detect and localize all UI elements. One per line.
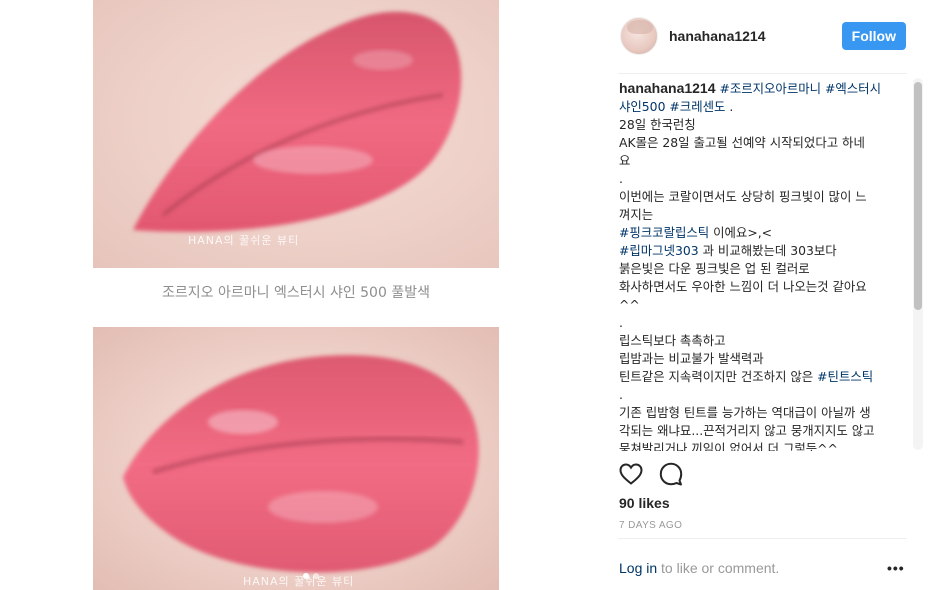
likes-count[interactable]: 90 likes <box>619 495 670 511</box>
carousel-dot-active[interactable] <box>303 573 309 579</box>
hashtag-link[interactable]: 샤인500 <box>619 99 665 114</box>
caption-text: 뭉쳐발리거나 끼임이 없어서 더 그렇듯^^ <box>619 441 838 451</box>
lip-photo-2[interactable]: HANA의 꿀쉬운 뷰티 <box>93 327 499 590</box>
photo-caption: 조르지오 아르마니 엑스터시 샤인 500 풀발색 <box>162 285 430 301</box>
caption-line: 요 <box>619 152 919 170</box>
caption-line: 기존 립밤형 틴트를 능가하는 역대급이 아닐까 생 <box>619 404 919 422</box>
caption-line: AK몰은 28일 출고될 선예약 시작되었다고 하네 <box>619 134 919 152</box>
caption-text: 붉은빛은 다운 핑크빛은 업 된 컬러로 <box>619 261 810 276</box>
post-timestamp[interactable]: 7 DAYS AGO <box>619 520 682 531</box>
caption-text: 이번에는 코랄이면서도 상당히 핑크빛이 많이 느 <box>619 189 867 204</box>
like-button[interactable] <box>618 461 644 487</box>
caption-comment: hanahana1214 #조르지오아르마니 #엑스터시 샤인500 #크레센도 … <box>619 79 919 451</box>
post-header: hanahana1214 Follow <box>620 16 906 56</box>
caption-text: 립밤과는 비교불가 발색력과 <box>619 351 764 366</box>
action-bar <box>618 461 684 487</box>
caption-line: 립밤과는 비교불가 발색력과 <box>619 350 919 368</box>
caption-text: . <box>619 387 623 402</box>
caption-line: #립마그넷303 과 비교해봤는데 303보다 <box>619 242 919 260</box>
caption-line: 각되는 왜냐묘...끈적거리지 않고 뭉개지지도 않고 <box>619 422 919 440</box>
more-options-icon[interactable]: ••• <box>887 560 905 576</box>
caption-line: 샤인500 #크레센도 . <box>619 98 919 116</box>
login-link[interactable]: Log in <box>619 560 657 576</box>
carousel-indicator <box>303 573 319 579</box>
heart-icon <box>619 463 643 485</box>
caption-line: 껴지는 <box>619 206 919 224</box>
caption-text: 껴지는 <box>619 207 654 222</box>
caption-text: . <box>725 99 734 114</box>
watermark: HANA의 꿀쉬운 뷰티 <box>243 575 355 588</box>
login-prompt: Log in to like or comment. <box>619 560 779 576</box>
caption-line: 립스틱보다 촉촉하고 <box>619 332 919 350</box>
header-username[interactable]: hanahana1214 <box>669 28 766 44</box>
hashtag-link[interactable]: #틴트스틱 <box>817 369 873 384</box>
caption-text: 요 <box>619 153 631 168</box>
lip-photo-1[interactable]: HANA의 꿀쉬운 뷰티 <box>93 0 499 268</box>
caption-text: 립스틱보다 촉촉하고 <box>619 333 726 348</box>
caption-line: 화사하면서도 우아한 느낌이 더 나오는것 같아요 <box>619 278 919 296</box>
caption-author[interactable]: hanahana1214 <box>619 80 716 96</box>
hashtag-link[interactable]: #립마그넷303 <box>619 243 699 258</box>
caption-line: 뭉쳐발리거나 끼임이 없어서 더 그렇듯^^ <box>619 440 919 451</box>
avatar[interactable] <box>620 17 658 55</box>
watermark: HANA의 꿀쉬운 뷰티 <box>188 234 300 247</box>
caption-line: ^^ <box>619 296 919 314</box>
login-prompt-text: to like or comment. <box>657 560 780 576</box>
caption-text: AK몰은 28일 출고될 선예약 시작되었다고 하네 <box>619 135 865 150</box>
caption-text: 28일 한국런칭 <box>619 117 696 132</box>
caption-text: 각되는 왜냐묘...끈적거리지 않고 뭉개지지도 않고 <box>619 423 875 438</box>
caption-text: ^^ <box>619 297 640 312</box>
caption-line: 28일 한국런칭 <box>619 116 919 134</box>
caption-line: 틴트같은 지속력이지만 건조하지 않은 #틴트스틱 <box>619 368 919 386</box>
caption-line: . <box>619 170 919 188</box>
hashtag-link[interactable]: #엑스터시 <box>825 81 881 96</box>
lip-photo-2-art <box>123 355 479 573</box>
header-divider <box>618 73 907 74</box>
comment-button[interactable] <box>658 461 684 487</box>
footer-divider <box>618 538 907 539</box>
hashtag-link[interactable]: #핑크코랄립스틱 <box>619 225 709 240</box>
caption-line: . <box>619 314 919 332</box>
caption-line: 붉은빛은 다운 핑크빛은 업 된 컬러로 <box>619 260 919 278</box>
hashtag-link[interactable]: #크레센도 <box>669 99 725 114</box>
caption-text: 틴트같은 지속력이지만 건조하지 않은 <box>619 369 818 384</box>
caption-text: 화사하면서도 우아한 느낌이 더 나오는것 같아요 <box>619 279 867 294</box>
caption-text: . <box>619 171 623 186</box>
caption-text: 기존 립밤형 틴트를 능가하는 역대급이 아닐까 생 <box>619 405 871 420</box>
caption-line: . <box>619 386 919 404</box>
post-media: HANA의 꿀쉬운 뷰티 조르지오 아르마니 엑스터시 샤인 500 풀발색 H… <box>0 0 600 590</box>
lip-photo-1-art <box>133 11 462 232</box>
caption-line: #핑크코랄립스틱 이에요>,< <box>619 224 919 242</box>
caption-line: 이번에는 코랄이면서도 상당히 핑크빛이 많이 느 <box>619 188 919 206</box>
caption-line: hanahana1214 #조르지오아르마니 #엑스터시 <box>619 79 919 98</box>
comments-scrollbar-thumb[interactable] <box>914 82 922 310</box>
follow-button[interactable]: Follow <box>841 22 906 50</box>
caption-text: . <box>619 315 623 330</box>
hashtag-link[interactable]: #조르지오아르마니 <box>719 81 821 96</box>
caption-text: 이에요>,< <box>709 225 773 240</box>
comment-icon <box>659 462 683 486</box>
carousel-dot[interactable] <box>313 573 319 579</box>
caption-text: 과 비교해봤는데 303보다 <box>698 243 837 258</box>
